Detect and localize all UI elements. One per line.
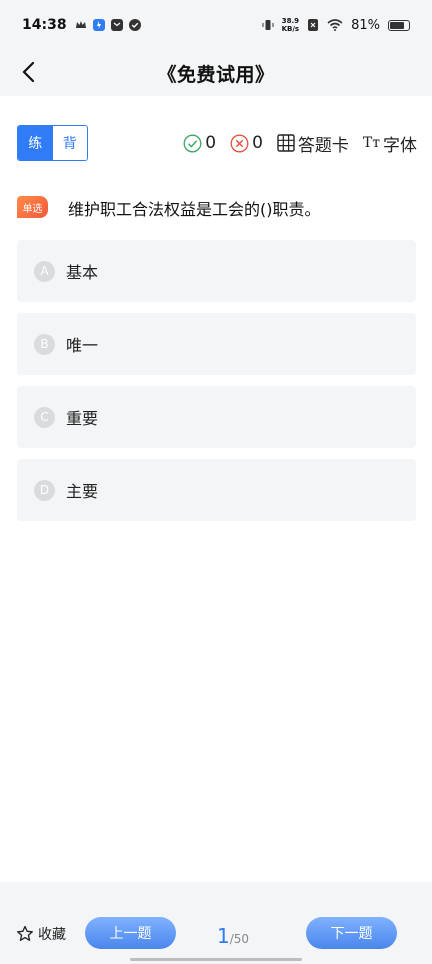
next-question-button[interactable]: 下一题 bbox=[306, 917, 397, 949]
toolbar-actions: 0 0 答题卡 Tт 字体 bbox=[183, 131, 417, 156]
answer-card-label: 答题卡 bbox=[297, 135, 349, 156]
option-letter: D bbox=[34, 479, 55, 501]
option-d[interactable]: D 主要 bbox=[17, 459, 416, 521]
check-circle-icon bbox=[128, 19, 141, 31]
question-text: 维护职工合法权益是工会的()职责。 bbox=[68, 200, 321, 219]
wrong-count: 0 bbox=[230, 133, 263, 153]
answer-card-button[interactable]: 答题卡 bbox=[277, 131, 349, 156]
system-icons: 38.9 KB/s 81% bbox=[262, 17, 410, 33]
question-toolbar: 练 背 0 0 答题卡 Tт 字体 bbox=[17, 125, 417, 161]
status-bar: 14:38 38.9 KB/s 81% bbox=[0, 0, 432, 50]
question-type-badge: 单选 bbox=[17, 196, 48, 218]
net-speed: 38.9 KB/s bbox=[281, 17, 300, 33]
prev-question-button[interactable]: 上一题 bbox=[85, 917, 176, 949]
battery-icon bbox=[388, 19, 410, 31]
title-bar: 《免费试用》 bbox=[0, 50, 432, 96]
option-text: 基本 bbox=[66, 263, 99, 282]
font-label: 字体 bbox=[383, 135, 417, 156]
app-notify-icon bbox=[92, 19, 105, 31]
wrong-circle-icon bbox=[230, 134, 249, 152]
home-indicator[interactable] bbox=[130, 958, 302, 961]
status-time: 14:38 bbox=[22, 17, 67, 33]
option-text: 唯一 bbox=[66, 336, 99, 355]
question: 单选 维护职工合法权益是工会的()职责。 bbox=[17, 196, 417, 223]
mode-practice-tab[interactable]: 练 bbox=[18, 126, 53, 160]
correct-count-value: 0 bbox=[205, 133, 217, 153]
font-size-icon: Tт bbox=[362, 135, 380, 151]
option-b[interactable]: B 唯一 bbox=[17, 313, 416, 375]
option-letter: C bbox=[34, 406, 55, 428]
bottom-bar: 收藏 上一题 1 /50 下一题 bbox=[0, 882, 432, 964]
option-a[interactable]: A 基本 bbox=[17, 240, 416, 302]
correct-count: 0 bbox=[183, 133, 216, 153]
mode-toggle: 练 背 bbox=[17, 125, 88, 161]
option-letter: B bbox=[34, 333, 55, 355]
page-indicator: 1 /50 bbox=[217, 924, 249, 948]
grid-icon bbox=[277, 134, 295, 152]
total-pages: /50 bbox=[229, 932, 250, 946]
favorite-button[interactable]: 收藏 bbox=[16, 924, 66, 944]
sim-off-icon bbox=[308, 19, 319, 31]
star-icon bbox=[17, 925, 33, 941]
wrong-count-value: 0 bbox=[252, 133, 263, 153]
option-text: 主要 bbox=[66, 482, 99, 501]
wifi-icon bbox=[327, 19, 343, 31]
font-button[interactable]: Tт 字体 bbox=[363, 131, 417, 156]
page-title: 《免费试用》 bbox=[157, 63, 275, 86]
message-icon bbox=[110, 19, 123, 31]
mode-recite-tab[interactable]: 背 bbox=[52, 126, 87, 160]
chevron-left-icon bbox=[22, 61, 35, 83]
correct-circle-icon bbox=[183, 134, 202, 152]
option-text: 重要 bbox=[66, 409, 99, 428]
notification-icons bbox=[75, 19, 141, 31]
vibrate-icon bbox=[262, 20, 274, 30]
favorite-label: 收藏 bbox=[38, 927, 66, 943]
current-page: 1 bbox=[217, 924, 230, 948]
option-letter: A bbox=[34, 260, 55, 282]
answer-options: A 基本 B 唯一 C 重要 D 主要 bbox=[17, 240, 416, 532]
battery-percent: 81% bbox=[351, 17, 380, 33]
option-c[interactable]: C 重要 bbox=[17, 386, 416, 448]
back-button[interactable] bbox=[12, 56, 44, 88]
crown-icon bbox=[75, 21, 86, 28]
